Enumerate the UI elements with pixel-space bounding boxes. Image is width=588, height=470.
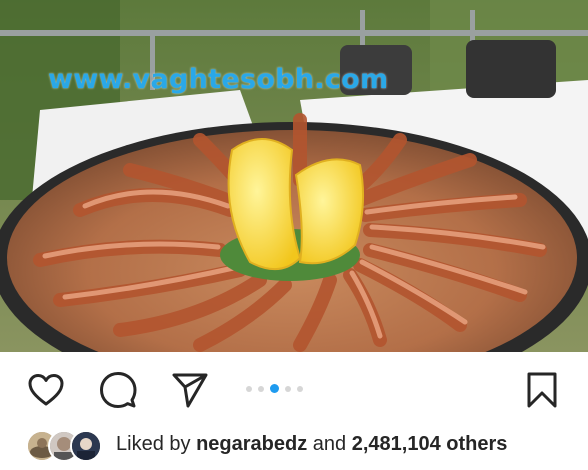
paper-plane-icon — [172, 373, 208, 408]
likes-conjunction: and — [312, 433, 347, 455]
save-button[interactable] — [522, 370, 562, 410]
carousel-dot — [285, 385, 291, 392]
like-button[interactable] — [26, 370, 66, 410]
shrimp-platter-image — [0, 0, 588, 352]
carousel-dot — [246, 385, 252, 392]
liker-avatars[interactable] — [26, 430, 106, 462]
watermark-text: www.vaghtesobh.com — [48, 64, 389, 95]
carousel-dot — [258, 385, 264, 392]
likes-count-link[interactable]: 2,481,104 others — [352, 433, 508, 455]
share-button[interactable] — [170, 370, 210, 410]
likes-summary: Liked by negarabedz and 2,481,104 others — [116, 433, 507, 456]
carousel-dot-active — [270, 384, 279, 393]
bookmark-outline-icon — [527, 372, 557, 408]
likes-row: Liked by negarabedz and 2,481,104 others — [0, 424, 588, 470]
avatar — [70, 430, 102, 462]
liker-username-link[interactable]: negarabedz — [196, 433, 307, 455]
post-action-bar — [0, 352, 588, 424]
instagram-post: www.vaghtesobh.com Liked by negarabedz a… — [0, 0, 588, 470]
heart-outline-icon — [28, 374, 64, 406]
likes-prefix: Liked by — [116, 433, 191, 455]
comment-button[interactable] — [98, 370, 138, 410]
carousel-indicator — [246, 384, 303, 393]
comment-bubble-icon — [100, 372, 137, 408]
carousel-dot — [297, 385, 303, 392]
post-photo[interactable]: www.vaghtesobh.com — [0, 0, 588, 352]
